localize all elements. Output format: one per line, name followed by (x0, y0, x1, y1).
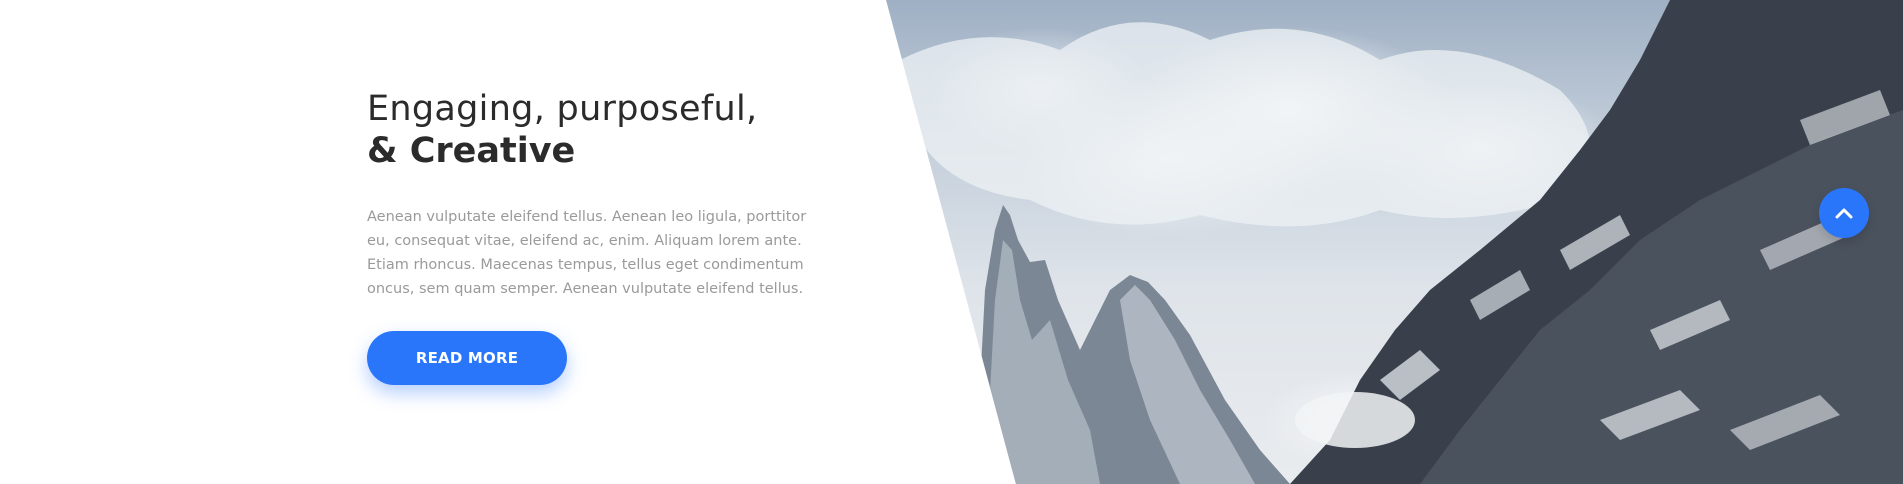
hero-headline: Engaging, purposeful, & Creative (367, 88, 827, 172)
hero-description: Aenean vulputate eleifend tellus. Aenean… (367, 209, 807, 297)
scroll-to-top-button[interactable] (1819, 188, 1869, 238)
headline-line-2: & Creative (367, 131, 576, 171)
read-more-button[interactable]: READ MORE (367, 331, 567, 385)
chevron-up-icon (1835, 208, 1853, 219)
hero-content: Engaging, purposeful, & Creative Aenean … (367, 88, 827, 385)
headline-line-1: Engaging, purposeful, (367, 89, 758, 129)
hero-mountain-image (886, 0, 1903, 484)
hero-section: Engaging, purposeful, & Creative Aenean … (0, 0, 1903, 484)
mountain-illustration (900, 0, 1903, 484)
